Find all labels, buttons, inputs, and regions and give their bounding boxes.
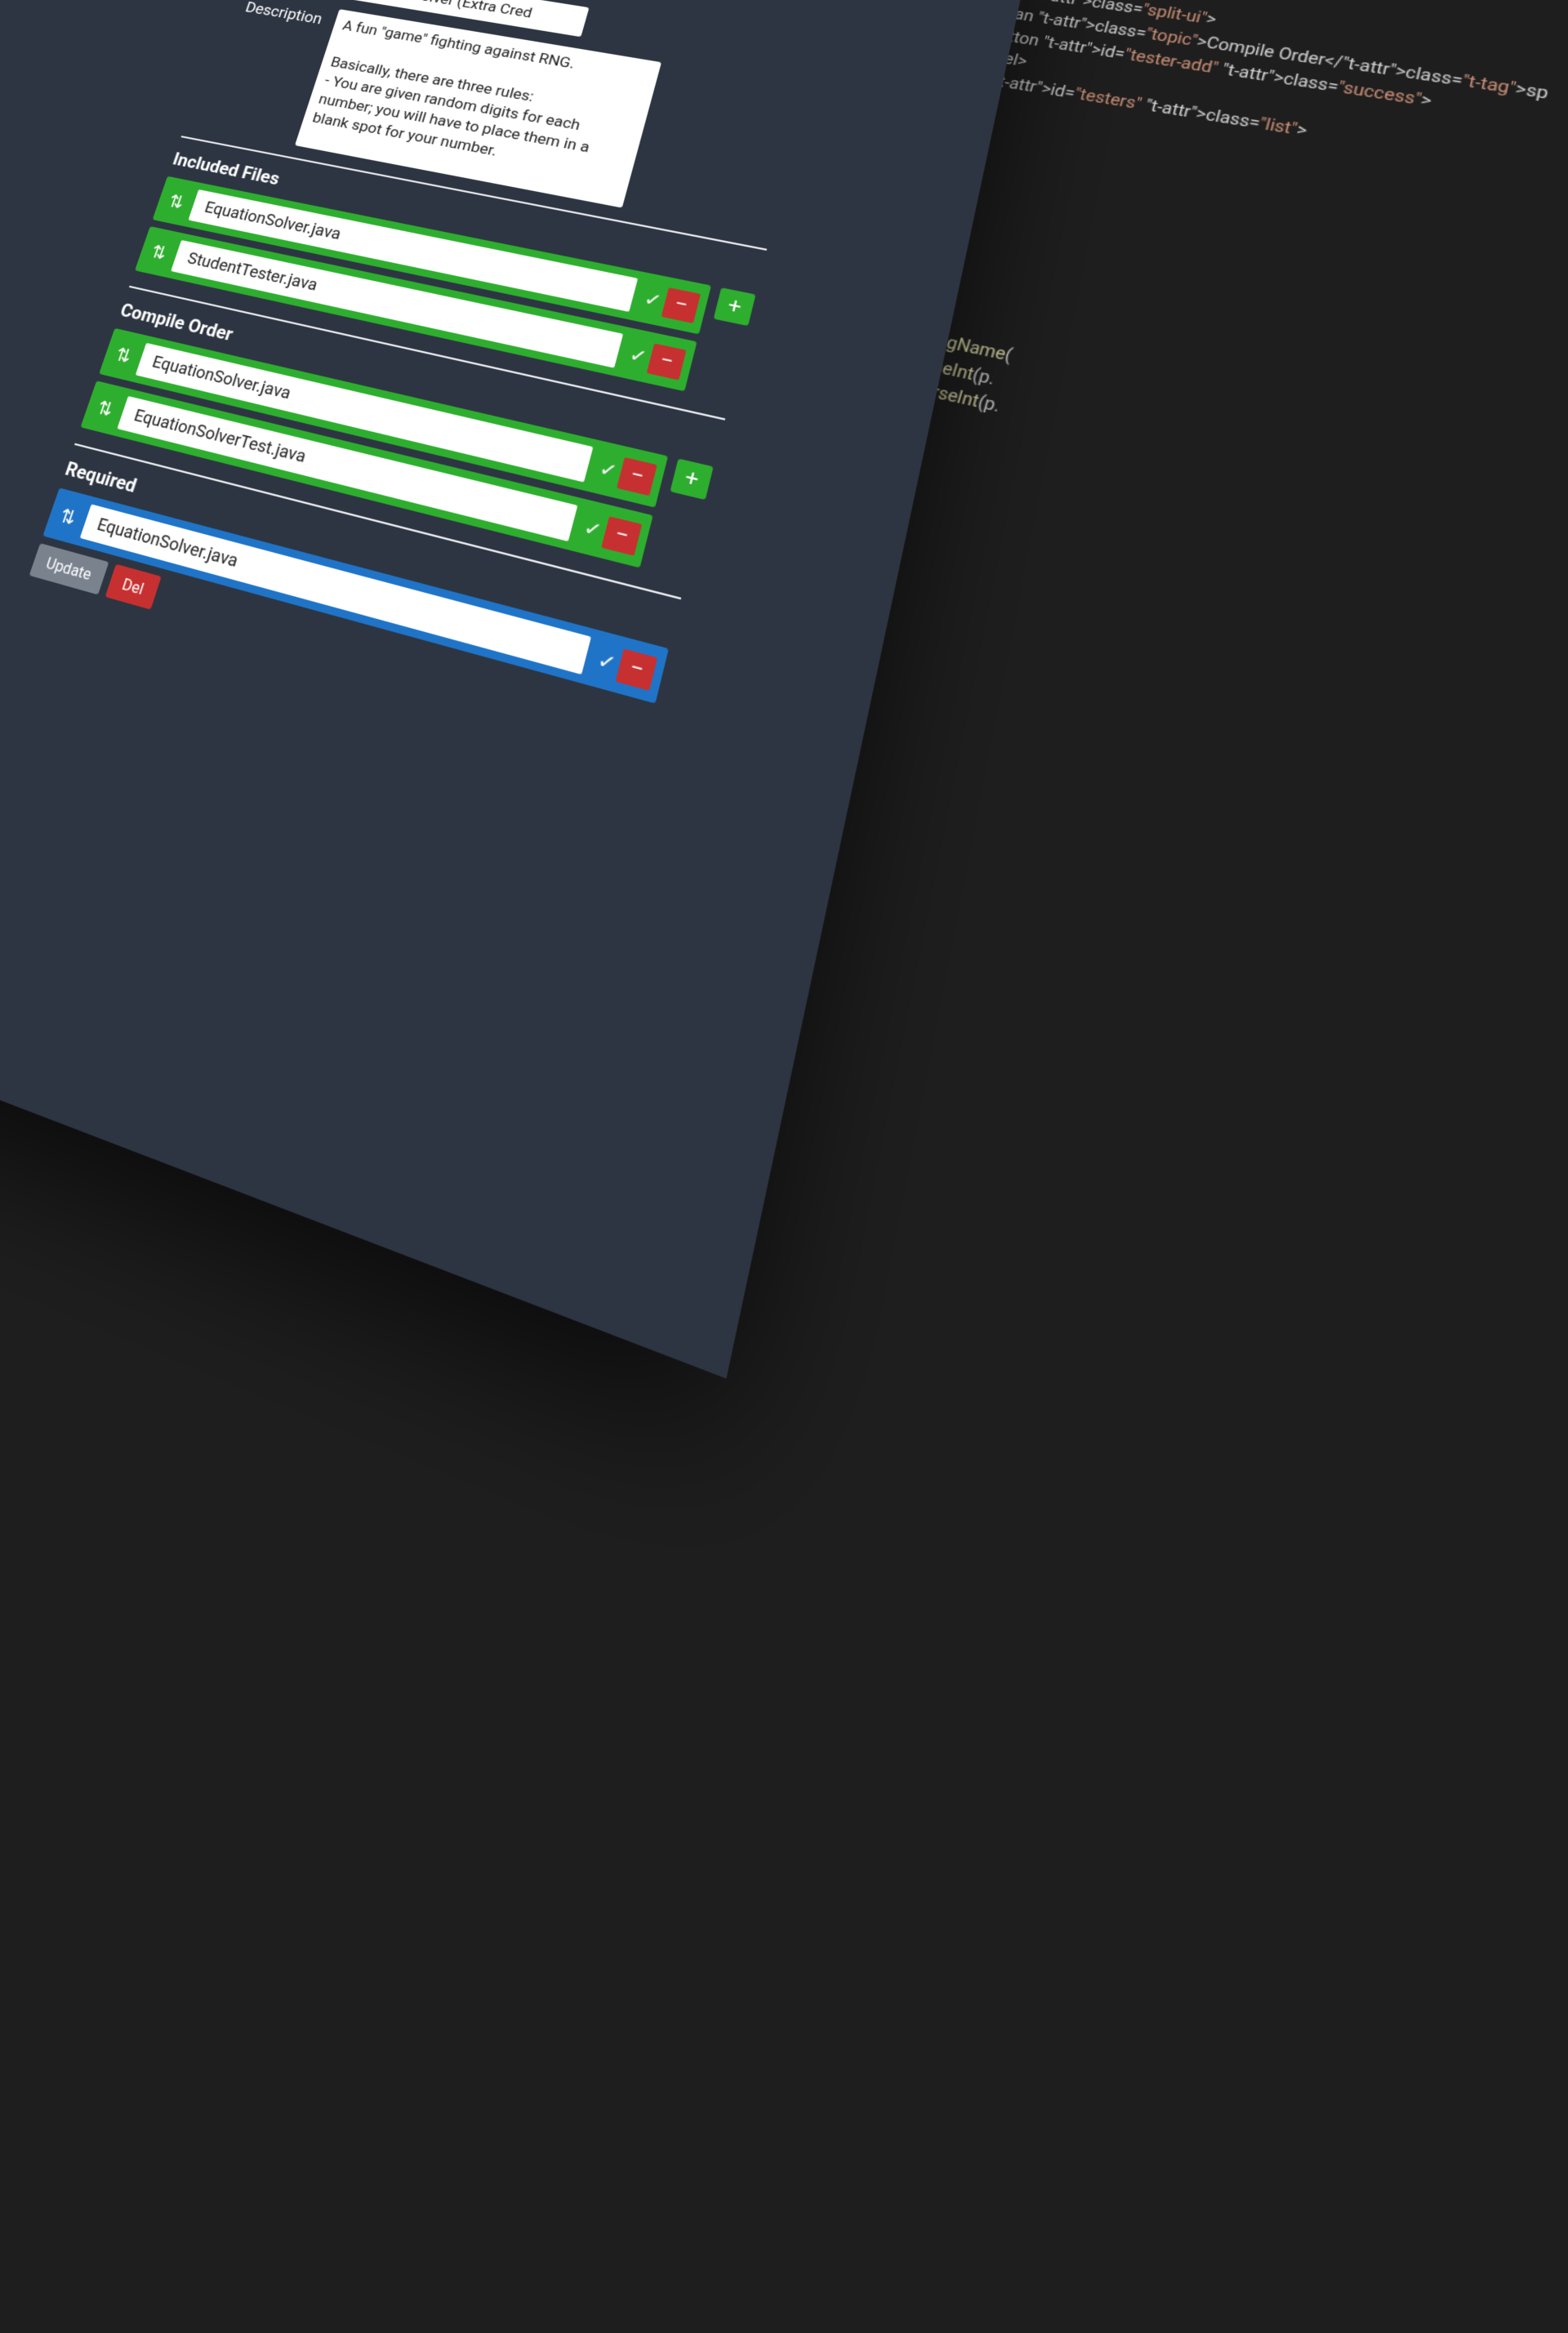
drag-handle-icon[interactable]: ⇅ [145,240,172,265]
delete-button[interactable]: Del [105,564,161,610]
compile-add-button[interactable]: + [670,459,713,501]
remove-button[interactable]: − [616,648,657,691]
drag-handle-icon[interactable]: ⇅ [91,395,119,421]
remove-button[interactable]: − [617,456,657,495]
drag-handle-icon[interactable]: ⇅ [110,342,138,367]
included-add-button[interactable]: + [714,287,756,326]
file-manager: File Manager Name Description Included F… [29,0,828,749]
drag-handle-icon[interactable]: ⇅ [54,503,82,531]
drag-handle-icon[interactable]: ⇅ [163,189,190,213]
remove-button[interactable]: − [647,343,687,380]
remove-button[interactable]: − [601,516,642,555]
description-label: Description [225,0,340,30]
update-button[interactable]: Update [29,543,109,594]
remove-button[interactable]: − [662,287,701,323]
